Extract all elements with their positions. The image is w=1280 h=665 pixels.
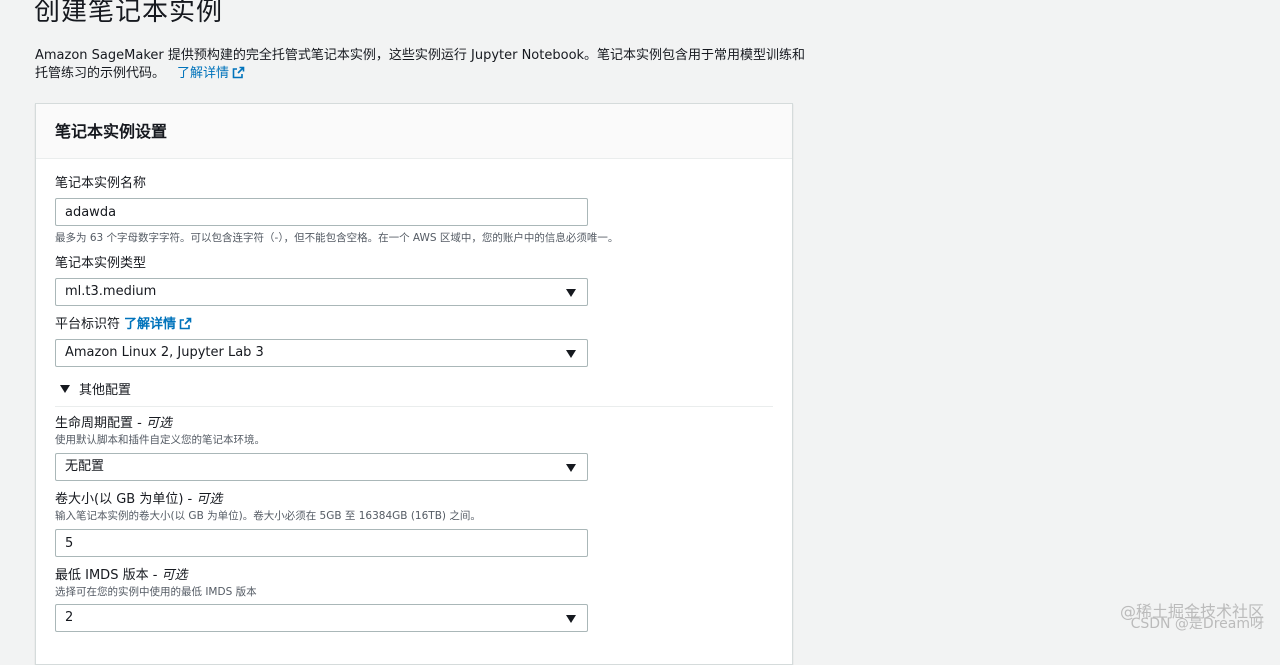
volume-size-input[interactable]: [55, 529, 588, 557]
page-title: 创建笔记本实例: [34, 0, 224, 27]
instance-name-label: 笔记本实例名称: [55, 176, 147, 191]
caret-down-icon: [566, 350, 576, 358]
volume-size-hint: 输入笔记本实例的卷大小(以 GB 为单位)。卷大小必须在 5GB 至 16384…: [55, 510, 481, 522]
imds-version-hint: 选择可在您的实例中使用的最低 IMDS 版本: [55, 586, 257, 598]
volume-size-label: 卷大小(以 GB 为单位) - 可选: [55, 492, 223, 507]
platform-select[interactable]: Amazon Linux 2, Jupyter Lab 3: [55, 339, 588, 367]
instance-type-select[interactable]: ml.t3.medium: [55, 278, 588, 306]
imds-version-value: 2: [65, 610, 74, 625]
watermark-csdn: CSDN @是Dream呀: [1130, 616, 1264, 632]
additional-config-expander[interactable]: 其他配置: [55, 380, 773, 407]
notebook-settings-panel: 笔记本实例设置 笔记本实例名称 最多为 63 个字母数字字符。可以包含连字符（-…: [35, 103, 793, 665]
lifecycle-label: 生命周期配置 - 可选: [55, 416, 172, 431]
caret-down-icon: [566, 615, 576, 623]
instance-type-value: ml.t3.medium: [65, 284, 157, 299]
page-description: Amazon SageMaker 提供预构建的完全托管式笔记本实例，这些实例运行…: [35, 47, 815, 83]
lifecycle-hint: 使用默认脚本和插件自定义您的笔记本环境。: [55, 434, 265, 446]
panel-header: 笔记本实例设置: [36, 104, 792, 159]
lifecycle-value: 无配置: [65, 459, 105, 474]
instance-name-hint: 最多为 63 个字母数字字符。可以包含连字符（-），但不能包含空格。在一个 AW…: [55, 232, 619, 244]
learn-more-link[interactable]: 了解详情: [177, 66, 245, 81]
caret-down-icon: [566, 464, 576, 472]
external-link-icon: [232, 66, 245, 79]
platform-value: Amazon Linux 2, Jupyter Lab 3: [65, 345, 264, 360]
lifecycle-select[interactable]: 无配置: [55, 453, 588, 481]
caret-down-icon: [566, 289, 576, 297]
expand-triangle-icon: [60, 385, 70, 393]
platform-learn-more-link[interactable]: 了解详情: [124, 317, 192, 332]
imds-version-select[interactable]: 2: [55, 604, 588, 632]
additional-config-label: 其他配置: [79, 383, 132, 398]
instance-name-input[interactable]: [55, 198, 588, 226]
panel-title: 笔记本实例设置: [55, 122, 168, 141]
imds-version-label: 最低 IMDS 版本 - 可选: [55, 568, 188, 583]
platform-label: 平台标识符 了解详情: [55, 316, 192, 334]
instance-type-label: 笔记本实例类型: [55, 256, 147, 271]
description-text: Amazon SageMaker 提供预构建的完全托管式笔记本实例，这些实例运行…: [35, 48, 806, 81]
external-link-icon: [179, 317, 192, 330]
